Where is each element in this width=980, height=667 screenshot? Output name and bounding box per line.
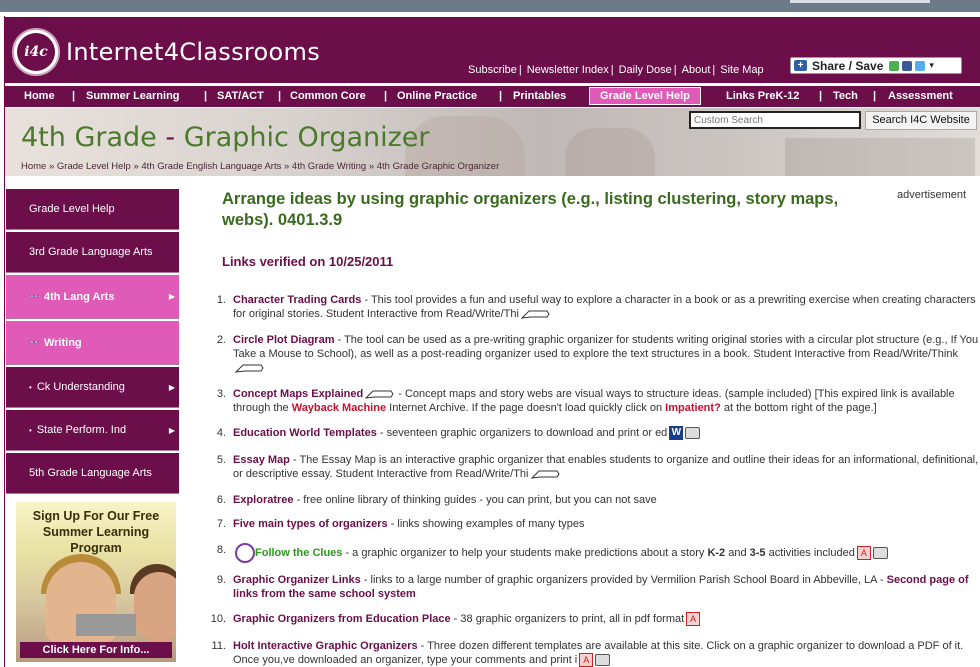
link-education-world-templates[interactable]: Education World Templates [233,427,377,439]
browser-top-strip [0,0,980,12]
word-doc-icon: W [669,426,684,441]
plus-icon: + [794,60,807,71]
sidebar-item-ck-understanding[interactable]: • Ck Understanding ▶ [6,367,179,408]
daily-dose-link[interactable]: Daily Dose [619,64,672,76]
site-name: Internet4Classrooms [66,38,320,66]
top-links: Subscribe | Newsletter Index | Daily Dose |… [468,64,764,76]
share-green-icon [889,60,900,71]
browser-tab [790,0,930,3]
nav-grade-level-help[interactable]: Grade Level Help [589,87,701,105]
glasses-icon: 👓 [29,338,39,347]
link-wayback-machine[interactable]: Wayback Machine [292,402,386,414]
pdf-icon: A [686,612,701,627]
logo-badge-icon: i4c [12,28,60,76]
nav-sat-act[interactable]: SAT/ACT [217,86,264,107]
site-map-link[interactable]: Site Map [720,64,763,76]
sidebar-item-state-perform-ind[interactable]: • State Perform. Ind ▶ [6,410,179,451]
nav-assessment[interactable]: Assessment [888,86,953,107]
main-nav: Home | Summer Learning | SAT/ACT | Commo… [5,85,980,107]
pencil-icon [520,310,550,319]
link-five-main-types[interactable]: Five main types of organizers [233,518,388,530]
link-graphic-organizer-links[interactable]: Graphic Organizer Links [233,574,361,586]
sidebar-item-grade-level-help[interactable]: Grade Level Help [6,189,179,230]
chevron-right-icon: ▶ [168,382,175,392]
breadcrumb[interactable]: Home » Grade Level Help » 4th Grade Engl… [21,161,499,172]
sidebar-item-4th-lang-arts[interactable]: 👓 4th Lang Arts ▶ [6,275,179,319]
link-exploratree[interactable]: Exploratree [233,494,294,506]
subscribe-link[interactable]: Subscribe [468,64,517,76]
nav-online-practice[interactable]: Online Practice [397,86,477,107]
search-button[interactable]: Search I4C Website [865,111,977,130]
site-header: i4c Internet4Classrooms Subscribe | Newsl… [5,17,980,83]
bullet-icon: • [29,382,32,392]
pdf-icon: A [856,546,871,560]
link-essay-map[interactable]: Essay Map [233,454,290,466]
pencil-icon [235,364,264,373]
printer-icon [685,427,701,440]
pdf-icon: A [579,653,594,667]
link-circle-plot-diagram[interactable]: Circle Plot Diagram [233,334,334,346]
link-follow-the-clues[interactable]: Follow the Clues [255,547,342,559]
sidebar: Grade Level Help 3rd Grade Language Arts… [6,189,179,496]
newsletter-index-link[interactable]: Newsletter Index [527,64,609,76]
pencil-icon [365,390,394,399]
about-link[interactable]: About [682,64,711,76]
sidebar-item-5th-grade-language-arts[interactable]: 5th Grade Language Arts [6,453,179,494]
nav-tech[interactable]: Tech [833,86,858,107]
chevron-right-icon: ▶ [168,292,175,301]
pencil-icon [530,470,560,479]
search-input[interactable] [689,111,861,129]
page-title: 4th Grade - Graphic Organizer [21,122,430,153]
site-logo[interactable]: i4c Internet4Classrooms [12,27,320,77]
standard-heading: Arrange ideas by using graphic organizer… [222,190,839,229]
nav-home[interactable]: Home [24,86,55,107]
bullet-icon: • [29,425,32,435]
nav-common-core[interactable]: Common Core [290,86,366,107]
link-holt-interactive[interactable]: Holt Interactive Graphic Organizers [233,640,418,652]
promo-cta[interactable]: Click Here For Info... [20,642,172,658]
apple-icon [235,543,255,563]
chevron-right-icon: ▶ [168,425,175,435]
twitter-icon [915,60,926,71]
links-verified-date: Links verified on 10/25/2011 [222,254,394,269]
main-content: Arrange ideas by using graphic organizer… [222,189,980,269]
printer-icon [872,547,888,559]
link-concept-maps-explained[interactable]: Concept Maps Explained [233,388,363,400]
page-banner: 4th Grade - Graphic Organizer Home » Gra… [5,108,980,176]
printer-icon [595,654,611,667]
nav-links-prek-12[interactable]: Links PreK-12 [726,86,799,107]
link-impatient[interactable]: Impatient? [665,402,721,414]
chevron-down-icon: ▾ [929,60,934,70]
link-character-trading-cards[interactable]: Character Trading Cards [233,294,361,306]
nav-printables[interactable]: Printables [513,86,566,107]
advertisement-label: advertisement [897,189,967,201]
promo-heading: Sign Up For Our Free Summer Learning Pro… [32,509,160,555]
link-education-place[interactable]: Graphic Organizers from Education Place [233,613,451,625]
sidebar-item-3rd-grade-language-arts[interactable]: 3rd Grade Language Arts [6,232,179,273]
share-save-button[interactable]: + Share / Save ▾ [790,57,962,74]
facebook-icon [902,60,913,71]
glasses-icon: 👓 [29,292,39,301]
nav-summer-learning[interactable]: Summer Learning [86,86,180,107]
summer-program-promo[interactable]: Sign Up For Our Free Summer Learning Pro… [16,502,176,662]
sidebar-item-writing[interactable]: 👓 Writing [6,321,179,365]
